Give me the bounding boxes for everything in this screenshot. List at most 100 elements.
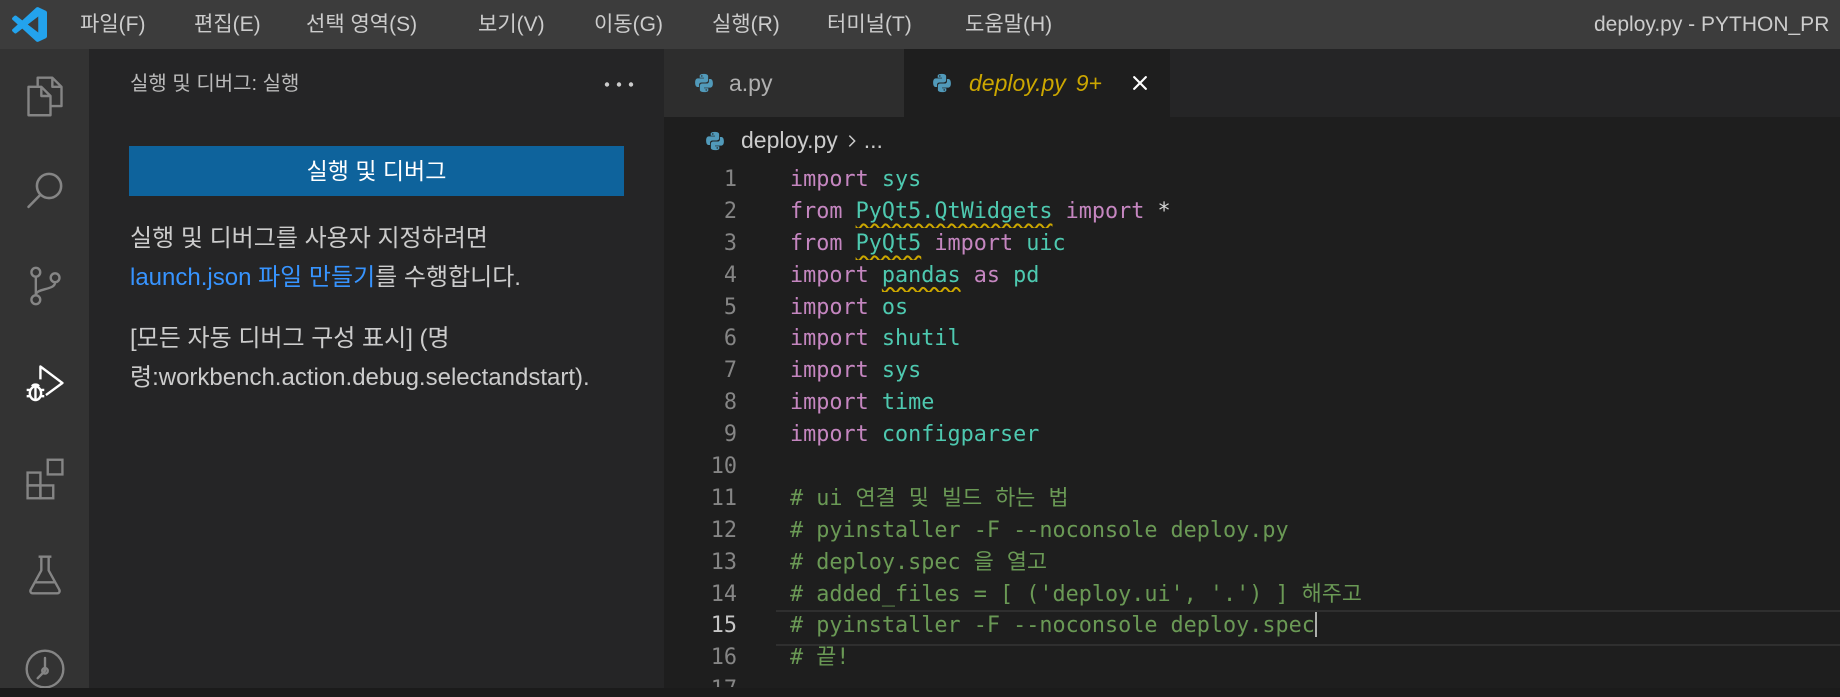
line-number: 9 [723,422,737,448]
activity-extensions[interactable] [0,457,89,501]
activity-timeline[interactable] [0,647,89,688]
line-number: 17 [664,674,737,687]
tab-a-py[interactable]: a.py [664,49,904,117]
customize-hint: 실행 및 디버그를 사용자 지정하려면 launch.json 파일 만들기를 … [130,220,650,297]
code-token: # ui 연결 및 빌드 하는 법 [790,485,1069,511]
code-line[interactable]: 3 from PyQt5 import uic [664,228,1840,260]
line-number: 14 [710,581,737,607]
timeline-icon [24,649,65,688]
activity-search[interactable] [0,168,89,212]
python-file-icon [933,73,951,93]
python-file-icon [695,73,713,93]
code-token: # added_files = [ ('deploy.ui', '.') ] 해… [790,581,1362,607]
code-token: import [790,422,869,448]
tab-deploy-py[interactable]: deploy.py 9+ [904,49,1170,117]
code-line[interactable]: 16 # 끝! [664,642,1840,674]
code-line[interactable]: 4 import pandas as pd [664,260,1840,292]
code-token: # pyinstaller -F --noconsole deploy.py [790,517,1289,543]
search-icon [26,172,62,209]
create-launch-json-link[interactable]: launch.json 파일 만들기 [130,264,375,291]
problems-count-badge: 9+ [1075,70,1102,96]
code-line[interactable]: 13 # deploy.spec 을 열고 [664,547,1840,579]
code-line[interactable]: 9 import configparser [664,419,1840,451]
customize-hint-line: launch.json 파일 만들기를 수행합니다. [130,259,650,298]
code-token: pandas [881,262,961,288]
breadcrumb-file[interactable]: deploy.py [741,127,838,154]
tab-label: deploy.py [969,70,1066,96]
code-token: # deploy.spec 을 열고 [790,549,1048,575]
line-number: 15 [710,613,737,639]
code-editor[interactable]: 1 import sys 2 from PyQt5.QtWidgets import … [664,164,1840,688]
code-token: import [934,230,1014,256]
code-token: import [790,390,869,416]
breadcrumb-symbols[interactable]: ... [864,127,883,154]
activity-bar [0,49,89,688]
code-line[interactable]: 5 import os [664,292,1840,324]
activity-explorer[interactable] [0,74,89,118]
show-all-configurations-line: 령:workbench.action.debug.selectandstart)… [130,363,590,391]
menu-go[interactable]: 이동(G) [590,0,667,49]
vscode-logo-icon [12,7,47,42]
line-number: 6 [723,326,737,352]
chevron-right-icon [848,134,856,147]
line-number: 16 [710,645,737,671]
code-token: import [790,358,869,384]
line-number: 1 [723,167,737,192]
show-all-configurations-line: [모든 자동 디버그 구성 표시] (명 [130,325,450,352]
activity-source-control[interactable] [0,264,89,308]
line-number: 8 [723,390,737,416]
code-token: import [790,262,869,288]
code-line[interactable]: 8 import time [664,387,1840,419]
code-line[interactable]: 14 # added_files = [ ('deploy.ui', '.') ]… [664,579,1840,611]
code-line[interactable]: 1 import sys [664,164,1840,196]
code-token: PyQt5 [855,230,922,256]
menu-terminal[interactable]: 터미널(T) [823,0,916,49]
code-line[interactable]: 7 import sys [664,355,1840,387]
line-content: from PyQt5.QtWidgets import * [790,196,1171,228]
code-line[interactable]: 12 # pyinstaller -F --noconsole deploy.py [664,515,1840,547]
menu-run[interactable]: 실행(R) [708,0,784,49]
line-content: # pyinstaller -F --noconsole deploy.spec [790,610,1317,642]
menu-selection[interactable]: 선택 영역(S) [302,0,421,49]
code-token: os [881,294,909,320]
line-content: import sys [790,355,921,387]
menu-edit[interactable]: 편집(E) [190,0,265,49]
extensions-icon [25,458,64,500]
menu-view[interactable]: 보기(V) [474,0,549,49]
sidebar-title: 실행 및 디버그: 실행 [130,73,300,95]
line-content: # deploy.spec 을 열고 [790,547,1047,579]
code-line[interactable]: 6 import shutil [664,323,1840,355]
activity-testing[interactable] [0,553,89,597]
code-line[interactable]: 11 # ui 연결 및 빌드 하는 법 [664,483,1840,515]
python-file-icon [706,131,724,150]
line-content: # added_files = [ ('deploy.ui', '.') ] 해… [790,579,1362,611]
run-debug-icon [26,365,64,402]
run-and-debug-button[interactable]: 실행 및 디버그 [129,146,624,196]
tab-bar: a.py deploy.py 9+ [664,49,1840,117]
code-line[interactable]: 10 [664,451,1840,483]
close-icon[interactable] [1130,73,1150,93]
menu-help[interactable]: 도움말(H) [961,0,1056,49]
code-token: sys [881,358,922,384]
editor-group: a.py deploy.py 9+ deploy.py ... 1 import… [664,49,1840,688]
activity-run-debug[interactable] [0,361,89,405]
code-token: time [881,390,935,416]
line-number: 4 [723,262,737,288]
window-title: deploy.py - PYTHON_PR [1594,13,1830,36]
tab-label: a.py [729,70,773,96]
menu-file[interactable]: 파일(F) [76,0,149,49]
code-line[interactable]: 17 [664,674,1840,687]
code-token: shutil [881,326,961,352]
code-token: import [1065,198,1145,224]
code-line[interactable]: 2 from PyQt5.QtWidgets import * [664,196,1840,228]
code-token: PyQt5.QtWidgets [855,198,1053,224]
breadcrumb: deploy.py ... [704,117,883,164]
more-icon[interactable] [603,80,635,89]
code-line[interactable]: 15 # pyinstaller -F --noconsole deploy.sp… [664,610,1840,647]
